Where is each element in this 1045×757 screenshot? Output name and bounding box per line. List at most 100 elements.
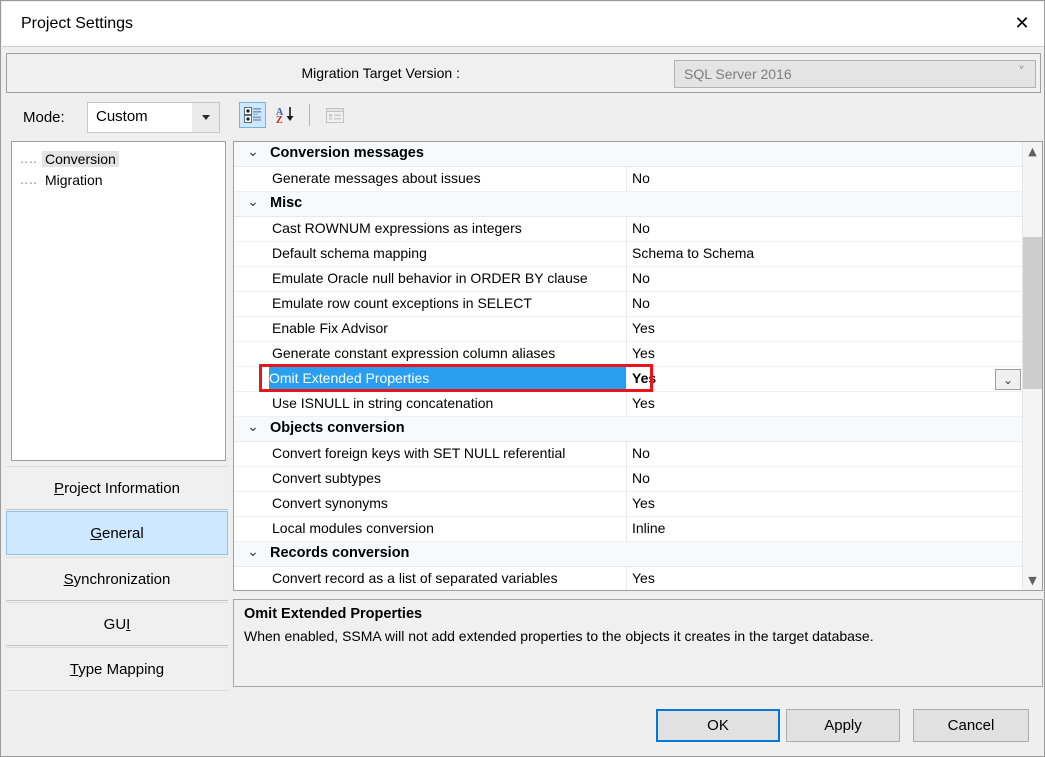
column-splitter[interactable] xyxy=(626,167,627,191)
property-value[interactable]: Yes xyxy=(632,320,655,336)
category-label: Conversion messages xyxy=(270,145,424,161)
property-grid-row[interactable]: Convert foreign keys with SET NULL refer… xyxy=(234,442,1023,467)
cancel-button-label: Cancel xyxy=(948,717,995,734)
property-name: Default schema mapping xyxy=(272,245,626,261)
property-grid-row[interactable]: Convert subtypesNo xyxy=(234,467,1023,492)
property-grid-row[interactable]: Emulate Oracle null behavior in ORDER BY… xyxy=(234,267,1023,292)
property-value[interactable]: No xyxy=(632,220,650,236)
property-value[interactable]: Inline xyxy=(632,520,665,536)
property-name: Generate constant expression column alia… xyxy=(272,345,626,361)
property-value[interactable]: No xyxy=(632,170,650,186)
property-name: Convert record as a list of separated va… xyxy=(272,570,626,586)
property-value[interactable]: No xyxy=(632,470,650,486)
property-grid-row[interactable]: Generate constant expression column alia… xyxy=(234,342,1023,367)
chevron-up-icon[interactable]: ▲ xyxy=(1023,142,1042,161)
property-value[interactable]: No xyxy=(632,270,650,286)
tree-connector-icon: ‥‥ xyxy=(20,173,42,187)
column-splitter[interactable] xyxy=(626,442,627,466)
nav-button-label: General xyxy=(90,525,143,542)
property-grid-row[interactable]: Emulate row count exceptions in SELECTNo xyxy=(234,292,1023,317)
alphabetical-sort-icon[interactable]: A Z xyxy=(273,102,300,128)
property-grid-category-row[interactable]: ⌄ Conversion messages xyxy=(234,142,1023,167)
svg-text:Z: Z xyxy=(276,115,283,124)
property-name: Emulate Oracle null behavior in ORDER BY… xyxy=(272,270,626,286)
categorized-view-icon[interactable] xyxy=(239,102,266,128)
property-value-dropdown-button[interactable]: ⌄ xyxy=(995,369,1021,390)
property-grid[interactable]: ⌄ Conversion messages Generate messages ab… xyxy=(233,141,1043,591)
column-splitter[interactable] xyxy=(626,492,627,516)
mode-select[interactable]: Custom xyxy=(87,102,220,133)
triangle-down-icon xyxy=(202,115,210,120)
description-text: When enabled, SSMA will not add extended… xyxy=(244,627,1032,645)
property-value[interactable]: Schema to Schema xyxy=(632,245,754,261)
grid-toolbar: A Z xyxy=(233,99,1043,132)
property-grid-scrollbar[interactable]: ▲ ▼ xyxy=(1022,142,1042,590)
nav-button-general[interactable]: General xyxy=(6,511,228,555)
property-name: Convert synonyms xyxy=(272,495,626,511)
chevron-down-icon[interactable]: ⌄ xyxy=(244,544,262,560)
property-grid-row[interactable]: Cast ROWNUM expressions as integersNo xyxy=(234,217,1023,242)
column-splitter[interactable] xyxy=(626,342,627,366)
property-grid-row[interactable]: Convert synonyms Yes xyxy=(234,492,1023,517)
column-splitter[interactable] xyxy=(626,242,627,266)
property-name: Local modules conversion xyxy=(272,520,626,536)
nav-button-project-information[interactable]: Project Information xyxy=(6,466,228,510)
mode-dropdown-button[interactable] xyxy=(192,103,219,132)
tree-connector-icon: ‥‥ xyxy=(20,152,42,166)
column-splitter[interactable] xyxy=(626,292,627,316)
tree-item-conversion[interactable]: ‥‥ Conversion xyxy=(20,148,119,169)
nav-button-label: Type Mapping xyxy=(70,661,164,678)
property-grid-category-row[interactable]: ⌄ Records conversion xyxy=(234,542,1023,567)
chevron-down-icon[interactable]: ⌄ xyxy=(244,419,262,435)
property-value[interactable]: Yes xyxy=(632,370,656,386)
ok-button-label: OK xyxy=(707,717,729,734)
cancel-button[interactable]: Cancel xyxy=(913,709,1029,742)
nav-button-synchronization[interactable]: Synchronization xyxy=(6,557,228,601)
apply-button[interactable]: Apply xyxy=(786,709,900,742)
property-name: Convert foreign keys with SET NULL refer… xyxy=(272,445,626,461)
property-value[interactable]: Yes xyxy=(632,495,655,511)
column-splitter[interactable] xyxy=(626,367,627,391)
property-value[interactable]: No xyxy=(632,445,650,461)
column-splitter[interactable] xyxy=(626,467,627,491)
description-title: Omit Extended Properties xyxy=(244,606,422,622)
property-value[interactable]: Yes xyxy=(632,345,655,361)
column-splitter[interactable] xyxy=(626,267,627,291)
property-value[interactable]: No xyxy=(632,295,650,311)
property-grid-row[interactable]: Omit Extended PropertiesYes⌄ xyxy=(234,367,1023,392)
property-pages-icon[interactable] xyxy=(321,102,348,128)
scrollbar-thumb[interactable] xyxy=(1023,237,1042,389)
property-name: Use ISNULL in string concatenation xyxy=(272,395,626,411)
category-label: Objects conversion xyxy=(270,420,405,436)
property-grid-category-row[interactable]: ⌄ Objects conversion xyxy=(234,417,1023,442)
property-grid-row[interactable]: Default schema mapping Schema to Schema xyxy=(234,242,1023,267)
chevron-down-icon[interactable]: ⌄ xyxy=(244,194,262,210)
column-splitter[interactable] xyxy=(626,567,627,591)
column-splitter[interactable] xyxy=(626,317,627,341)
property-name: Generate messages about issues xyxy=(272,170,626,186)
category-label: Misc xyxy=(270,195,302,211)
property-grid-row[interactable]: Use ISNULL in string concatenation Yes xyxy=(234,392,1023,417)
column-splitter[interactable] xyxy=(626,517,627,541)
property-value[interactable]: Yes xyxy=(632,570,655,586)
category-label: Records conversion xyxy=(270,545,409,561)
nav-button-label: Synchronization xyxy=(64,571,171,588)
property-grid-row[interactable]: Enable Fix AdvisorYes xyxy=(234,317,1023,342)
property-grid-row[interactable]: Generate messages about issues No xyxy=(234,167,1023,192)
nav-button-gui[interactable]: GUI xyxy=(6,602,228,646)
property-grid-category-row[interactable]: ⌄ Misc xyxy=(234,192,1023,217)
migration-target-version-select[interactable]: SQL Server 2016 ˅ xyxy=(674,60,1036,88)
column-splitter[interactable] xyxy=(626,392,627,416)
migration-target-version-bar: Migration Target Version : SQL Server 20… xyxy=(6,53,1041,93)
chevron-down-icon[interactable]: ⌄ xyxy=(244,144,262,160)
nav-button-type-mapping[interactable]: Type Mapping xyxy=(6,647,228,691)
property-grid-row[interactable]: Local modules conversion Inline xyxy=(234,517,1023,542)
property-grid-row[interactable]: Convert record as a list of separated va… xyxy=(234,567,1023,591)
column-splitter[interactable] xyxy=(626,217,627,241)
chevron-down-icon[interactable]: ▼ xyxy=(1023,571,1042,590)
property-value[interactable]: Yes xyxy=(632,395,655,411)
close-button[interactable]: ✕ xyxy=(999,2,1045,46)
tree-item-migration[interactable]: ‥‥ Migration xyxy=(20,169,106,190)
ok-button[interactable]: OK xyxy=(656,709,780,742)
settings-tree[interactable]: ‥‥ Conversion ‥‥ Migration xyxy=(11,141,226,461)
